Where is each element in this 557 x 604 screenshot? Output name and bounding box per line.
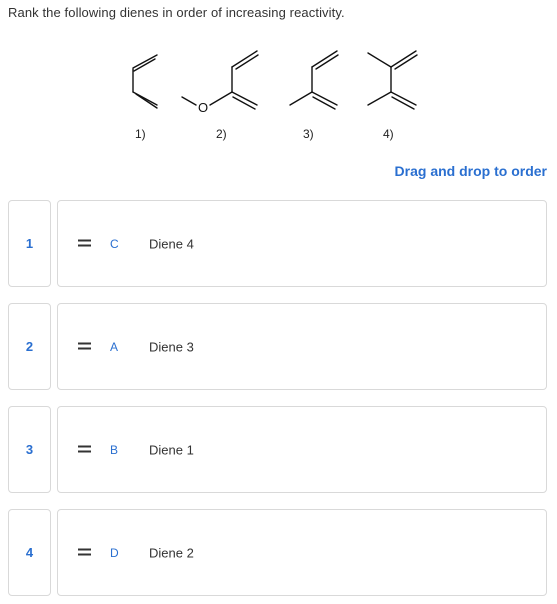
rank-number: 1 — [25, 236, 34, 251]
item-letter: C — [110, 236, 119, 251]
item-label: Diene 2 — [149, 545, 194, 560]
molecule-label-3: 3) — [303, 127, 314, 141]
oxygen-atom-label: O — [198, 100, 208, 115]
rank-number: 2 — [25, 339, 34, 354]
item-label: Diene 4 — [149, 236, 194, 251]
molecule-label-2: 2) — [216, 127, 227, 141]
draggable-item-diene-2[interactable]: D Diene 2 — [57, 509, 547, 596]
molecule-label-4: 4) — [383, 127, 394, 141]
draggable-item-diene-3[interactable]: A Diene 3 — [57, 303, 547, 390]
item-label: Diene 1 — [149, 442, 194, 457]
drag-handle-icon[interactable] — [78, 342, 91, 351]
rank-slot-2: 2 — [8, 303, 51, 390]
item-letter: B — [110, 442, 119, 457]
drag-drop-hint: Drag and drop to order — [394, 163, 547, 179]
draggable-item-diene-1[interactable]: B Diene 1 — [57, 406, 547, 493]
item-letter: D — [110, 545, 119, 560]
rank-number: 3 — [25, 442, 34, 457]
diene-structures: O 1) 2) 3) 4) — [0, 0, 557, 160]
rank-slot-1: 1 — [8, 200, 51, 287]
rank-slot-3: 3 — [8, 406, 51, 493]
rank-number: 4 — [25, 545, 34, 560]
drag-handle-icon[interactable] — [78, 548, 91, 557]
draggable-item-diene-4[interactable]: C Diene 4 — [57, 200, 547, 287]
diene-structures-drawing: O — [132, 50, 418, 115]
diene-2-structure — [181, 50, 259, 110]
item-label: Diene 3 — [149, 339, 194, 354]
molecule-label-1: 1) — [135, 127, 146, 141]
diene-4-structure — [367, 50, 418, 110]
diene-1-structure — [132, 54, 158, 109]
item-letter: A — [110, 339, 119, 354]
rank-slot-4: 4 — [8, 509, 51, 596]
drag-handle-icon[interactable] — [78, 445, 91, 454]
diene-3-structure — [289, 50, 339, 110]
drag-handle-icon[interactable] — [78, 239, 91, 248]
